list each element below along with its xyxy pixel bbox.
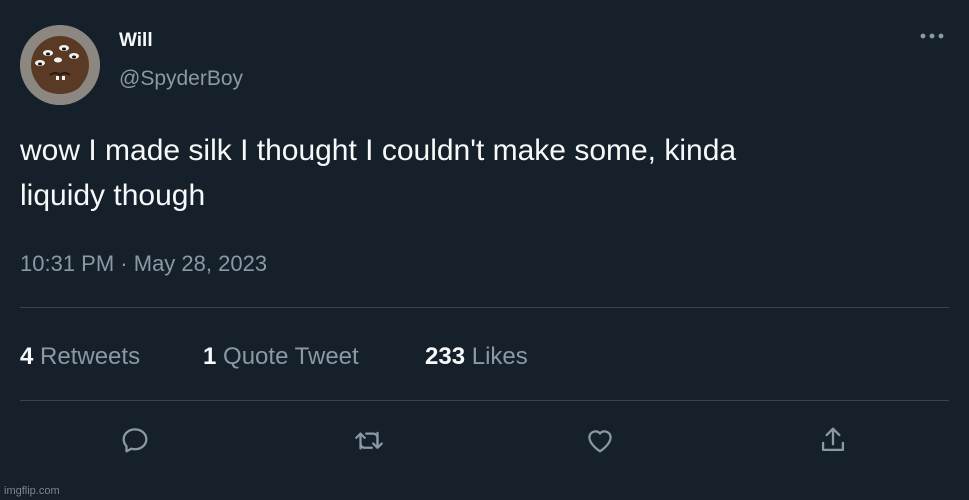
tweet-time[interactable]: 10:31 PM <box>20 251 114 276</box>
quote-tweets-label: Quote Tweet <box>223 343 359 370</box>
author-handle[interactable]: @SpyderBoy <box>119 67 243 91</box>
divider <box>20 307 949 308</box>
share-icon <box>821 427 845 452</box>
avatar-image <box>20 25 100 105</box>
like-icon <box>588 430 612 453</box>
retweets-count: 4 <box>20 343 34 370</box>
author-display-name[interactable]: Will <box>119 30 153 52</box>
watermark: imgflip.com <box>4 485 60 497</box>
more-options-button[interactable] <box>915 24 949 48</box>
more-icon <box>920 33 944 39</box>
timestamp-separator: · <box>120 251 128 276</box>
like-button[interactable] <box>580 420 620 460</box>
quote-tweets-stat[interactable]: 1 Quote Tweet <box>203 343 359 371</box>
reply-button[interactable] <box>115 420 155 460</box>
share-button[interactable] <box>813 420 853 460</box>
avatar[interactable] <box>20 25 100 105</box>
retweets-stat[interactable]: 4 Retweets <box>20 343 140 371</box>
tweet-text: wow I made silk I thought I couldn't mak… <box>20 134 737 212</box>
likes-stat[interactable]: 233 Likes <box>425 343 528 371</box>
retweet-icon <box>355 431 383 450</box>
tweet-card: Will @SpyderBoy wow I made silk I though… <box>0 0 969 500</box>
likes-count: 233 <box>425 343 466 370</box>
quote-tweets-count: 1 <box>203 343 217 370</box>
tweet-timestamp: 10:31 PM · May 28, 2023 <box>20 251 267 277</box>
retweets-label: Retweets <box>40 343 141 370</box>
reply-icon <box>122 428 148 453</box>
divider <box>20 400 949 401</box>
tweet-date[interactable]: May 28, 2023 <box>134 251 267 276</box>
retweet-button[interactable] <box>349 420 389 460</box>
likes-label: Likes <box>471 343 528 370</box>
action-bar <box>0 420 969 460</box>
